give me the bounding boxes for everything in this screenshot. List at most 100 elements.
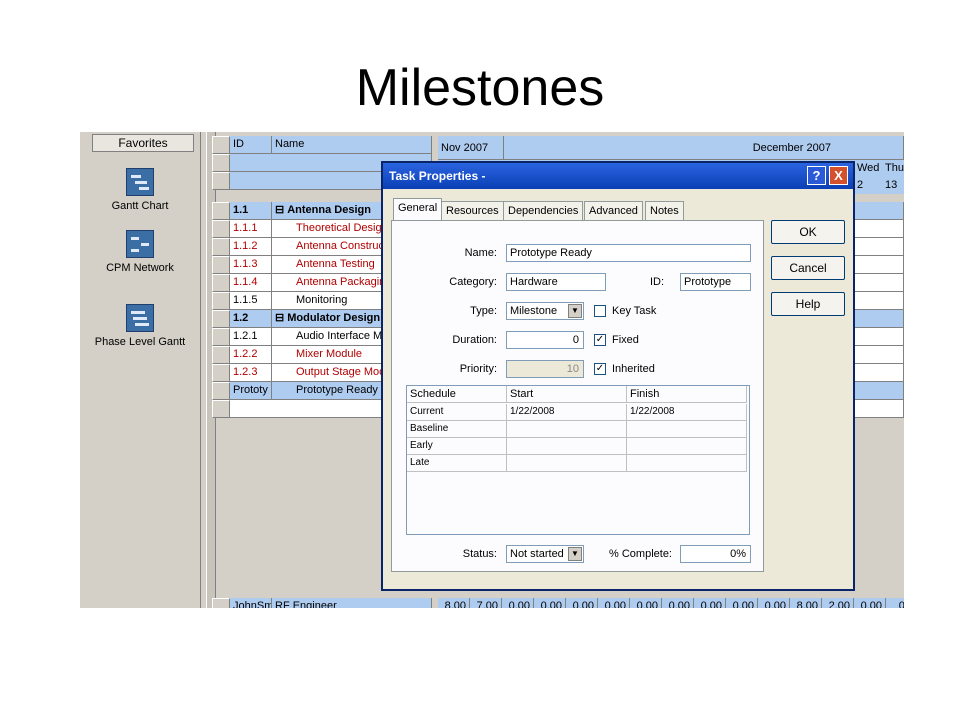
task-id[interactable]: 1.1.4 [230,274,272,292]
finish-cell[interactable] [627,421,747,438]
row-header[interactable] [212,364,230,382]
gantt-chart-icon [126,168,154,196]
task-id[interactable]: 1.1.1 [230,220,272,238]
schedule-header: Schedule [407,386,507,403]
row-header[interactable] [212,382,230,400]
schedule-row-label: Baseline [407,421,507,438]
column-header-id[interactable]: ID [230,136,272,154]
start-cell[interactable]: 1/22/2008 [507,404,627,421]
resource-hours: 2.00 [822,598,854,608]
task-id[interactable]: 1.1.3 [230,256,272,274]
month-header: Nov 2007 [438,136,504,160]
task-name-text: Theoretical Design [296,222,388,234]
resource-hours: 0.00 [758,598,790,608]
tab-notes[interactable]: Notes [645,201,684,220]
resource-hours: 0.00 [662,598,694,608]
complete-field[interactable]: 0% [680,545,751,563]
help-button[interactable]: Help [771,292,845,316]
sidebar-item-label: Phase Level Gantt [94,336,186,348]
row-header[interactable] [212,220,230,238]
row-header[interactable] [212,400,230,418]
task-id[interactable]: 1.2 [230,310,272,328]
sidebar-item-gantt-chart[interactable]: Gantt Chart [80,168,200,212]
row-header[interactable] [212,202,230,220]
sidebar-item-cpm-network[interactable]: CPM Network [80,230,200,274]
category-field[interactable]: Hardware [506,273,606,291]
collapse-icon[interactable]: ⊟ [275,204,284,216]
row-header[interactable] [212,274,230,292]
status-select[interactable]: Not started ▼ [506,545,584,563]
tab-general[interactable]: General [393,198,443,221]
month-header: December 2007 [504,136,904,160]
app-screenshot: Favorites Gantt Chart CPM Network Phase … [80,132,904,608]
start-cell[interactable] [507,421,627,438]
id-label: ID: [650,276,665,288]
category-label: Category: [449,276,497,288]
task-name-text: Antenna Testing [296,258,375,270]
column-header-name[interactable]: Name [272,136,432,154]
resource-hours: 0.00 [854,598,886,608]
phase-level-gantt-icon [126,304,154,332]
cancel-button[interactable]: Cancel [771,256,845,280]
id-field[interactable]: Prototype [680,273,751,291]
header-corner [212,154,230,172]
inherited-checkbox[interactable]: ✓ [594,363,606,375]
row-header[interactable] [212,292,230,310]
task-id[interactable]: 1.1.5 [230,292,272,310]
task-id[interactable]: 1.2.2 [230,346,272,364]
help-icon[interactable]: ? [807,166,826,185]
start-header: Start [507,386,627,403]
resource-hours: 0.00 [598,598,630,608]
task-id[interactable]: 1.1 [230,202,272,220]
tab-dependencies[interactable]: Dependencies [503,201,584,220]
resource-hours: 0.00 [694,598,726,608]
schedule-table: Schedule Start Finish Current 1/22/2008 1/… [406,385,750,535]
favorites-header[interactable]: Favorites [92,134,194,152]
duration-label: Duration: [452,334,497,346]
row-header[interactable] [212,256,230,274]
resource-hours: 0.00 [534,598,566,608]
day-number: 13 [882,177,904,194]
row-header[interactable] [212,328,230,346]
chevron-down-icon[interactable]: ▼ [568,304,582,318]
fixed-label: Fixed [612,334,639,346]
finish-cell[interactable] [627,455,747,472]
key-task-checkbox[interactable] [594,305,606,317]
start-cell[interactable] [507,455,627,472]
finish-cell[interactable]: 1/22/2008 [627,404,747,421]
task-id[interactable]: Prototy [230,382,272,400]
dialog-title: Task Properties - [383,163,853,189]
duration-field[interactable]: 0 [506,331,584,349]
resource-hours: 8.00 [790,598,822,608]
resource-id: JohnSm [230,598,272,608]
resource-hours: 0.00 [502,598,534,608]
row-header[interactable] [212,238,230,256]
task-id[interactable]: 1.2.3 [230,364,272,382]
task-id[interactable]: 1.2.1 [230,328,272,346]
ok-button[interactable]: OK [771,220,845,244]
sidebar-item-phase-level-gantt[interactable]: Phase Level Gantt [80,304,200,348]
resource-hours: 7.00 [470,598,502,608]
status-label: Status: [462,548,497,560]
task-id[interactable]: 1.1.2 [230,238,272,256]
finish-cell[interactable] [627,438,747,455]
name-field[interactable]: Prototype Ready [506,244,751,262]
tab-resources[interactable]: Resources [441,201,504,220]
name-label: Name: [464,247,497,259]
schedule-row-label: Current [407,404,507,421]
row-header[interactable] [212,310,230,328]
resource-hours: 8.00 [438,598,470,608]
finish-header: Finish [627,386,747,403]
close-icon[interactable]: X [829,166,848,185]
tab-advanced[interactable]: Advanced [584,201,643,220]
chevron-down-icon[interactable]: ▼ [568,547,582,561]
resource-hours: 0.00 [566,598,598,608]
collapse-icon[interactable]: ⊟ [275,312,284,324]
row-header[interactable] [212,346,230,364]
type-select[interactable]: Milestone ▼ [506,302,584,320]
schedule-row-label: Early [407,438,507,455]
day-name: Thu [882,160,904,177]
task-name-text: Modulator Design [287,312,381,324]
start-cell[interactable] [507,438,627,455]
fixed-checkbox[interactable]: ✓ [594,334,606,346]
